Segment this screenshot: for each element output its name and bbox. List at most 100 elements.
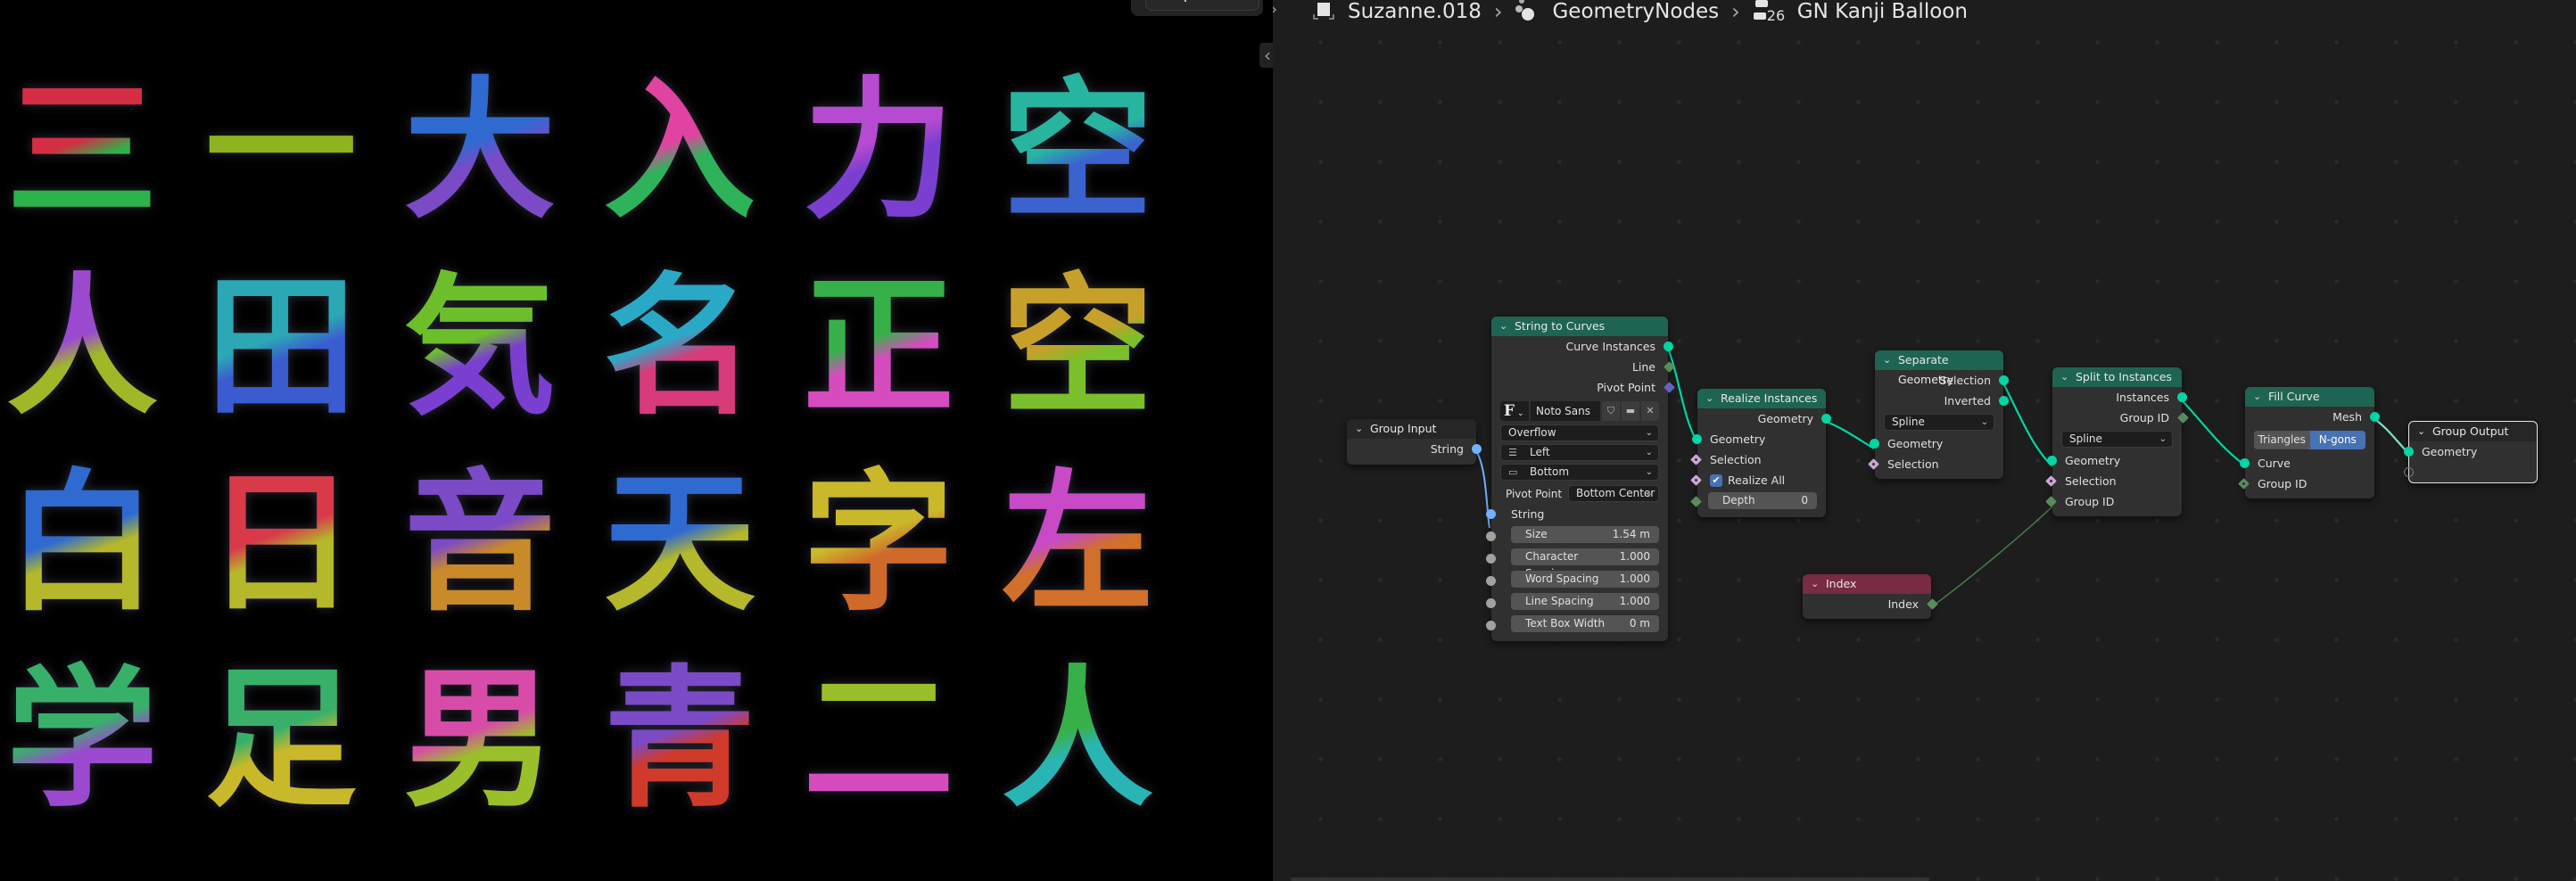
geometry-socket[interactable] bbox=[1870, 439, 1879, 449]
node-header[interactable]: ⌄ Split to Instances bbox=[2052, 367, 2182, 387]
geometry-socket[interactable] bbox=[2047, 456, 2057, 465]
mode-ngons-button[interactable]: N-gons bbox=[2309, 431, 2365, 449]
string-socket[interactable] bbox=[1486, 509, 1496, 519]
horizontal-scrollbar[interactable] bbox=[1291, 877, 1929, 881]
geometry-socket[interactable] bbox=[1999, 396, 2009, 406]
geometry-socket[interactable] bbox=[2240, 458, 2250, 468]
breadcrumb-object[interactable]: Suzanne.018 bbox=[1348, 0, 1482, 23]
node-group-output[interactable]: ⌄ Group Output Geometry bbox=[2404, 421, 2538, 483]
node-fill-curve[interactable]: ⌄ Fill Curve Mesh Triangles N-gons Curve … bbox=[2238, 387, 2380, 498]
unlink-x-icon[interactable]: ✕ bbox=[1641, 401, 1659, 421]
breadcrumb: › Suzanne.018 › GeometryNodes › 26 GN Ka… bbox=[1273, 0, 1968, 25]
collapse-chevron-icon[interactable]: ⌄ bbox=[1355, 419, 1363, 439]
node-editor[interactable]: › Suzanne.018 › GeometryNodes › 26 GN Ka… bbox=[1273, 0, 2576, 881]
node-index[interactable]: ⌄ Index Index bbox=[1803, 574, 1938, 619]
geometry-socket[interactable] bbox=[1692, 434, 1702, 444]
font-icon[interactable]: F ⌄ bbox=[1500, 401, 1529, 421]
kanji-glyph: 空 bbox=[988, 62, 1167, 241]
float-socket[interactable] bbox=[1486, 554, 1496, 564]
socket-row-selection: Selection bbox=[1690, 449, 1826, 470]
node-string-to-curves[interactable]: ⌄ String to Curves Curve Instances Line P… bbox=[1486, 317, 1675, 641]
breadcrumb-modifier[interactable]: GeometryNodes bbox=[1552, 0, 1719, 23]
boolean-socket[interactable] bbox=[2045, 475, 2057, 487]
font-selector[interactable]: F ⌄ Noto Sans ... ⛉ ▬ ✕ bbox=[1500, 401, 1659, 437]
domain-dropdown[interactable]: Spline ⌄ bbox=[1884, 414, 1994, 431]
boolean-socket[interactable] bbox=[1690, 454, 1702, 465]
integer-socket[interactable] bbox=[1690, 496, 1702, 507]
character-spacing-field[interactable]: Character Spacing1.000 bbox=[1511, 548, 1659, 580]
node-header[interactable]: ⌄ Fill Curve bbox=[2245, 387, 2374, 407]
node-header[interactable]: ⌄ Separate Geometry bbox=[1875, 350, 2003, 386]
align-x-dropdown[interactable]: ☰ Left ⌄ bbox=[1500, 444, 1659, 461]
collapse-chevron-icon[interactable]: ⌄ bbox=[2253, 387, 2261, 407]
collapse-sidebar-icon[interactable]: ‹ bbox=[1259, 43, 1273, 68]
float-socket[interactable] bbox=[1486, 598, 1496, 608]
node-header[interactable]: ⌄ Group Output bbox=[2409, 422, 2537, 441]
kanji-glyph: 三 bbox=[0, 62, 171, 241]
field-word-spacing: Word Spacing 1.000 bbox=[1486, 571, 1668, 591]
chevron-down-icon: ⌄ bbox=[1980, 417, 1988, 427]
integer-socket[interactable] bbox=[2177, 412, 2189, 424]
node-header[interactable]: ⌄ Realize Instances bbox=[1697, 389, 1826, 408]
pivot-mode-dropdown[interactable]: Bottom Center ⌄ bbox=[1568, 485, 1659, 502]
breadcrumb-node-tree[interactable]: GN Kanji Balloon bbox=[1797, 0, 1968, 23]
geometry-socket[interactable] bbox=[1999, 375, 2009, 385]
chevron-right-icon[interactable]: › bbox=[1273, 0, 1278, 21]
float-socket[interactable] bbox=[1486, 576, 1496, 586]
boolean-socket[interactable] bbox=[1868, 458, 1879, 470]
kanji-glyph: 人 bbox=[988, 651, 1167, 829]
fill-mode-toggle[interactable]: Triangles N-gons bbox=[2254, 431, 2365, 449]
geometry-socket[interactable] bbox=[2370, 412, 2380, 422]
text-box-width-field[interactable]: Text Box Width 0 m bbox=[1511, 615, 1659, 632]
integer-socket[interactable] bbox=[1927, 598, 1938, 610]
size-field[interactable]: Size 1.54 m bbox=[1511, 526, 1659, 543]
socket-row-instances-out: Instances bbox=[2052, 387, 2187, 408]
float-socket[interactable] bbox=[1486, 621, 1496, 630]
depth-field[interactable]: Depth 0 bbox=[1708, 492, 1817, 509]
string-socket[interactable] bbox=[1472, 444, 1482, 454]
collapse-chevron-icon[interactable]: ⌄ bbox=[2417, 422, 2425, 441]
fake-user-shield-icon[interactable]: ⛉ bbox=[1602, 401, 1620, 421]
integer-socket[interactable] bbox=[2238, 478, 2250, 490]
integer-socket[interactable] bbox=[2045, 496, 2057, 507]
node-header[interactable]: ⌄ Group Input bbox=[1347, 419, 1476, 439]
field-text-box-width: Text Box Width 0 m bbox=[1486, 615, 1668, 636]
mode-triangles-button[interactable]: Triangles bbox=[2254, 431, 2310, 449]
align-left-icon: ☰ bbox=[1508, 447, 1517, 458]
word-spacing-field[interactable]: Word Spacing 1.000 bbox=[1511, 571, 1659, 588]
node-realize-instances[interactable]: ⌄ Realize Instances Geometry Geometry Sel… bbox=[1690, 389, 1831, 517]
float-socket[interactable] bbox=[1486, 531, 1496, 541]
socket-row-selection-out: Selection bbox=[1875, 370, 2009, 391]
geometry-socket[interactable] bbox=[2177, 392, 2187, 402]
line-spacing-field[interactable]: Line Spacing 1.000 bbox=[1511, 593, 1659, 610]
boolean-socket[interactable] bbox=[1690, 474, 1702, 486]
overflow-dropdown[interactable]: Overflow ⌄ bbox=[1500, 424, 1659, 441]
node-split-to-instances[interactable]: ⌄ Split to Instances Instances Group ID S… bbox=[2045, 367, 2189, 516]
collapse-chevron-icon[interactable]: ⌄ bbox=[1705, 389, 1713, 408]
open-folder-icon[interactable]: ▬ bbox=[1622, 401, 1639, 421]
realize-all-checkbox[interactable]: ✔ bbox=[1710, 473, 1722, 487]
domain-dropdown[interactable]: Spline ⌄ bbox=[2061, 431, 2173, 448]
font-name-field[interactable]: Noto Sans ... bbox=[1531, 401, 1600, 437]
geometry-socket[interactable] bbox=[1664, 342, 1673, 351]
kanji-glyph: 一 bbox=[192, 62, 370, 241]
node-header[interactable]: ⌄ String to Curves bbox=[1491, 317, 1668, 336]
geometry-socket[interactable] bbox=[2404, 447, 2414, 457]
collapse-chevron-icon[interactable]: ⌄ bbox=[1811, 574, 1819, 594]
kanji-glyph: 大 bbox=[391, 62, 569, 241]
collapse-chevron-icon[interactable]: ⌄ bbox=[2060, 367, 2068, 387]
mesh-object-icon bbox=[1312, 0, 1335, 25]
geometry-socket[interactable] bbox=[1821, 414, 1831, 424]
options-button[interactable]: Options bbox=[1145, 0, 1259, 11]
node-group-input[interactable]: ⌄ Group Input String bbox=[1347, 419, 1482, 465]
empty-socket[interactable] bbox=[2404, 467, 2414, 477]
collapse-chevron-icon[interactable]: ⌄ bbox=[1883, 350, 1891, 370]
node-separate-geometry[interactable]: ⌄ Separate Geometry Selection Inverted Sp… bbox=[1868, 350, 2009, 479]
chevron-down-icon: ⌄ bbox=[1645, 428, 1653, 438]
vector-socket[interactable] bbox=[1664, 382, 1675, 393]
integer-socket[interactable] bbox=[1664, 361, 1675, 373]
node-header[interactable]: ⌄ Index bbox=[1803, 574, 1931, 594]
align-y-dropdown[interactable]: ▭ Bottom ⌄ bbox=[1500, 464, 1659, 481]
3d-viewport[interactable]: 三一大入力空人田気名正空白日音天字左学足男青二人 Options ‹ bbox=[0, 0, 1273, 881]
collapse-chevron-icon[interactable]: ⌄ bbox=[1499, 317, 1507, 336]
